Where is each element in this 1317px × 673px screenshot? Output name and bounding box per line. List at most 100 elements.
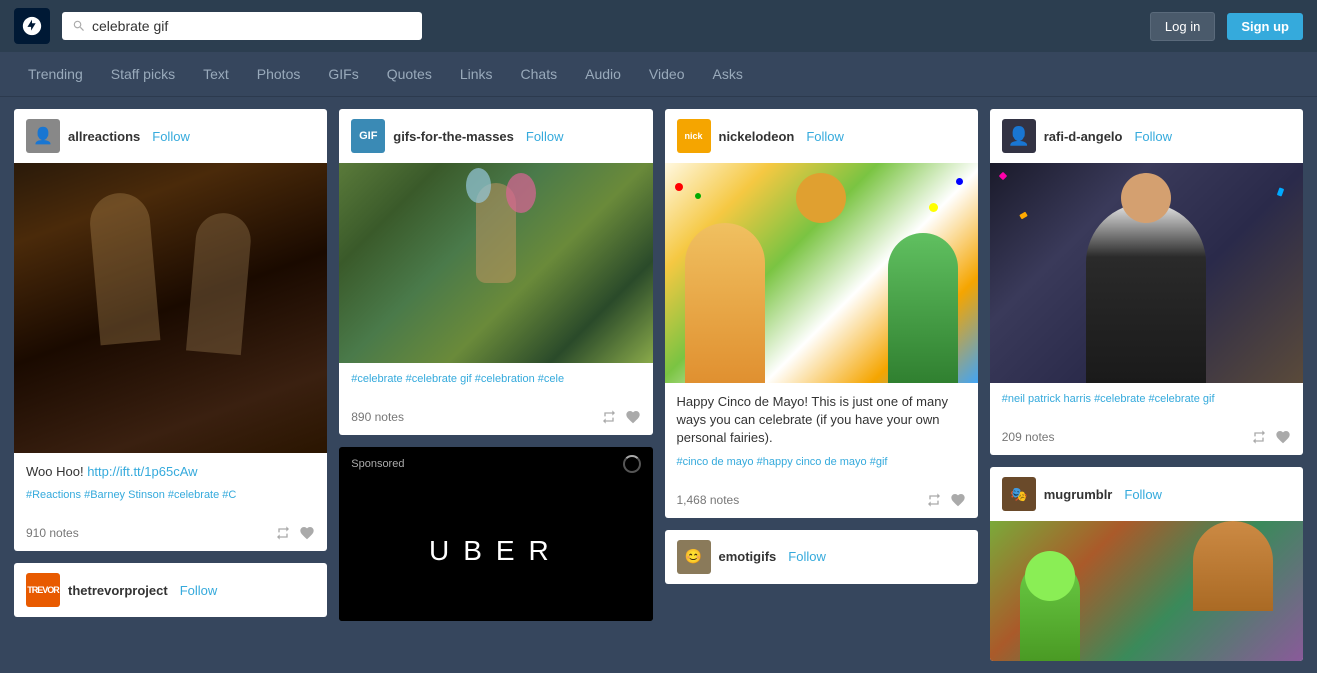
post-gifs-body: #celebrate #celebrate gif #celebration #… [339, 363, 652, 403]
nav-item-text[interactable]: Text [189, 52, 243, 96]
column-1: 👤 allreactions Follow Woo Hoo! http://if… [14, 109, 327, 617]
post-allreactions-body: Woo Hoo! http://ift.tt/1p65cAw #Reaction… [14, 453, 327, 519]
post-image-nickelodeon [665, 163, 978, 383]
post-image-gifs [339, 163, 652, 363]
post-nickelodeon: nick nickelodeon Follow Happy Cinco de M… [665, 109, 978, 518]
nav-item-links[interactable]: Links [446, 52, 507, 96]
username-rafi[interactable]: rafi-d-angelo [1044, 129, 1123, 144]
post-thetrevorproject: TREVOR thetrevorproject Follow [14, 563, 327, 617]
post-mugr-header: 🎭 mugrumblr Follow [990, 467, 1303, 521]
follow-trevorproject[interactable]: Follow [180, 583, 218, 598]
post-nick-body: Happy Cinco de Mayo! This is just one of… [665, 383, 978, 486]
reblog-icon-gifs[interactable] [601, 409, 617, 425]
post-link[interactable]: http://ift.tt/1p65cAw [87, 464, 197, 479]
nav-item-photos[interactable]: Photos [243, 52, 315, 96]
post-rafi-body: #neil patrick harris #celebrate #celebra… [990, 383, 1303, 423]
post-allreactions: 👤 allreactions Follow Woo Hoo! http://if… [14, 109, 327, 551]
sponsored-label: Sponsored [339, 447, 652, 481]
follow-mugrumblr[interactable]: Follow [1124, 487, 1162, 502]
username-trevorproject[interactable]: thetrevorproject [68, 583, 168, 598]
like-icon-nick[interactable] [950, 492, 966, 508]
post-nick-footer: 1,468 notes [665, 486, 978, 518]
post-gifs-header: GIF gifs-for-the-masses Follow [339, 109, 652, 163]
post-trevor-header: TREVOR thetrevorproject Follow [14, 563, 327, 617]
avatar-trevorproject: TREVOR [26, 573, 60, 607]
column-3: nick nickelodeon Follow Happy Cinco de M… [665, 109, 978, 584]
reblog-icon-rafi[interactable] [1251, 429, 1267, 445]
column-2: GIF gifs-for-the-masses Follow #celebrat… [339, 109, 652, 621]
post-allreactions-header: 👤 allreactions Follow [14, 109, 327, 163]
avatar-nickelodeon: nick [677, 119, 711, 153]
follow-emotigifs[interactable]: Follow [788, 549, 826, 564]
reblog-icon[interactable] [275, 525, 291, 541]
like-icon[interactable] [299, 525, 315, 541]
notes-allreactions: 910 notes [26, 526, 79, 540]
nav-item-video[interactable]: Video [635, 52, 699, 96]
username-allreactions[interactable]: allreactions [68, 129, 140, 144]
post-nick-header: nick nickelodeon Follow [665, 109, 978, 163]
spinner-icon [623, 455, 641, 473]
avatar-rafi: 👤 [1002, 119, 1036, 153]
post-actions-rafi [1251, 429, 1291, 445]
reblog-icon-nick[interactable] [926, 492, 942, 508]
post-tags: #Reactions #Barney Stinson #celebrate #C [26, 489, 315, 501]
post-emotigifs-header: 😊 emotigifs Follow [665, 530, 978, 584]
nav-item-asks[interactable]: Asks [698, 52, 756, 96]
post-actions-allreactions [275, 525, 315, 541]
nav-item-chats[interactable]: Chats [507, 52, 572, 96]
uber-logo: UBER [429, 535, 563, 567]
post-rafi-tags: #neil patrick harris #celebrate #celebra… [1002, 393, 1291, 405]
username-nickelodeon[interactable]: nickelodeon [719, 129, 795, 144]
avatar-allreactions: 👤 [26, 119, 60, 153]
post-rafi-header: 👤 rafi-d-angelo Follow [990, 109, 1303, 163]
like-icon-gifs[interactable] [625, 409, 641, 425]
login-button[interactable]: Log in [1150, 12, 1215, 41]
post-mugrumblr: 🎭 mugrumblr Follow [990, 467, 1303, 661]
column-4: 👤 rafi-d-angelo Follow #neil patrick har… [990, 109, 1303, 661]
nav-item-trending[interactable]: Trending [14, 52, 97, 96]
avatar-emotigifs: 😊 [677, 540, 711, 574]
post-nick-tags: #cinco de mayo #happy cinco de mayo #gif [677, 456, 966, 468]
notes-rafi: 209 notes [1002, 430, 1055, 444]
follow-allreactions[interactable]: Follow [152, 129, 190, 144]
sponsored-card: Sponsored UBER [339, 447, 652, 621]
post-image-mugrumblr [990, 521, 1303, 661]
like-icon-rafi[interactable] [1275, 429, 1291, 445]
nav-item-quotes[interactable]: Quotes [373, 52, 446, 96]
follow-gifs[interactable]: Follow [526, 129, 564, 144]
nav-item-audio[interactable]: Audio [571, 52, 635, 96]
post-gifs-footer: 890 notes [339, 403, 652, 435]
search-icon [72, 19, 86, 33]
logo[interactable] [14, 8, 50, 44]
post-rafi: 👤 rafi-d-angelo Follow #neil patrick har… [990, 109, 1303, 455]
username-gifs[interactable]: gifs-for-the-masses [393, 129, 514, 144]
search-input[interactable] [92, 18, 412, 34]
post-gifs-masses: GIF gifs-for-the-masses Follow #celebrat… [339, 109, 652, 435]
nav: Trending Staff picks Text Photos GIFs Qu… [0, 52, 1317, 97]
post-actions-gifs [601, 409, 641, 425]
follow-nickelodeon[interactable]: Follow [806, 129, 844, 144]
nav-item-gifs[interactable]: GIFs [314, 52, 372, 96]
post-text: Woo Hoo! http://ift.tt/1p65cAw [26, 463, 315, 481]
header: Log in Sign up [0, 0, 1317, 52]
post-allreactions-footer: 910 notes [14, 519, 327, 551]
main-content: 👤 allreactions Follow Woo Hoo! http://if… [0, 97, 1317, 673]
avatar-gifs-masses: GIF [351, 119, 385, 153]
avatar-mugrumblr: 🎭 [1002, 477, 1036, 511]
post-image-allreactions [14, 163, 327, 453]
post-nick-text: Happy Cinco de Mayo! This is just one of… [677, 393, 966, 448]
follow-rafi[interactable]: Follow [1134, 129, 1172, 144]
post-image-rafi [990, 163, 1303, 383]
post-gifs-tags: #celebrate #celebrate gif #celebration #… [351, 373, 640, 385]
post-actions-nick [926, 492, 966, 508]
username-mugrumblr[interactable]: mugrumblr [1044, 487, 1113, 502]
notes-gifs: 890 notes [351, 410, 404, 424]
notes-nickelodeon: 1,468 notes [677, 493, 740, 507]
nav-item-staff-picks[interactable]: Staff picks [97, 52, 189, 96]
sponsored-body: UBER [339, 481, 652, 621]
signup-button[interactable]: Sign up [1227, 13, 1303, 40]
username-emotigifs[interactable]: emotigifs [719, 549, 777, 564]
post-rafi-footer: 209 notes [990, 423, 1303, 455]
post-emotigifs: 😊 emotigifs Follow [665, 530, 978, 584]
search-box [62, 12, 422, 40]
